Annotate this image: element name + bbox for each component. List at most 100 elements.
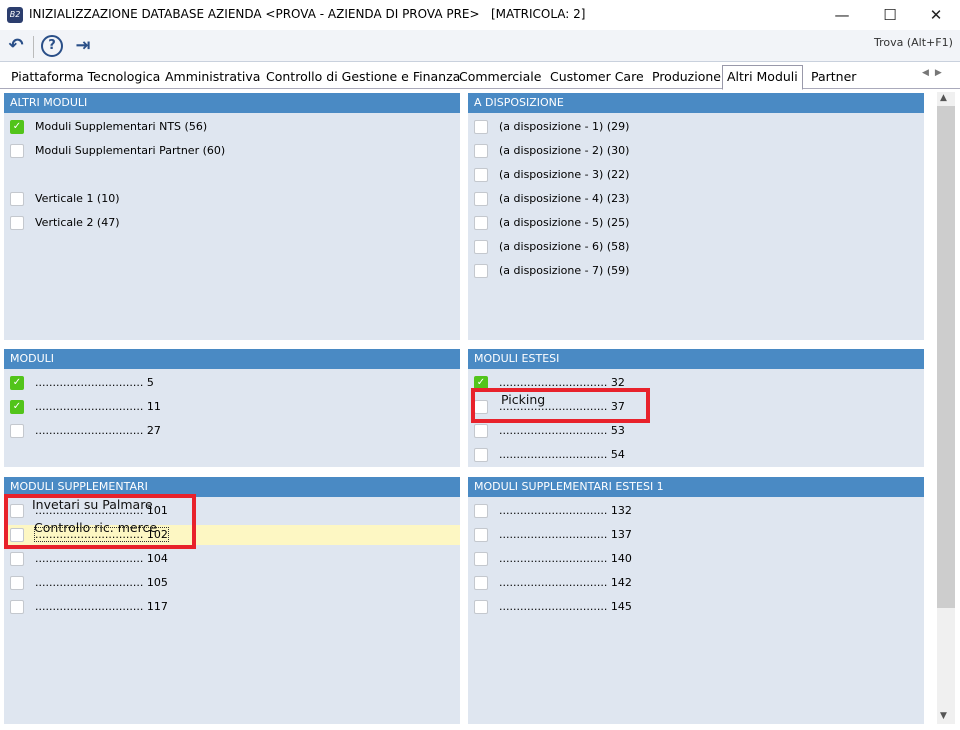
annotation-box-picking xyxy=(471,388,650,423)
tab-produzione[interactable]: Produzione xyxy=(648,68,725,89)
tab-scroll-arrows[interactable]: ◀▶ xyxy=(922,68,948,78)
module-row[interactable]: (a disposizione - 7) (59) xyxy=(468,261,924,281)
checkbox[interactable] xyxy=(474,448,488,462)
checkbox[interactable] xyxy=(474,552,488,566)
tab-commerciale[interactable]: Commerciale xyxy=(455,68,545,89)
checkbox[interactable] xyxy=(10,600,24,614)
checkbox[interactable] xyxy=(474,168,488,182)
panel-header: MODULI xyxy=(4,349,460,369)
checkbox[interactable] xyxy=(474,576,488,590)
module-label: (a disposizione - 5) (25) xyxy=(499,216,630,229)
module-label: ............................... 137 xyxy=(499,528,632,541)
module-label: (a disposizione - 1) (29) xyxy=(499,120,630,133)
module-row[interactable]: (a disposizione - 5) (25) xyxy=(468,213,924,233)
module-label: Verticale 2 (47) xyxy=(35,216,120,229)
module-row[interactable]: Verticale 1 (10) xyxy=(4,189,460,209)
maximize-button[interactable]: ☐ xyxy=(867,0,913,30)
module-row[interactable]: ............................... 53 xyxy=(468,421,924,441)
checkbox-checked[interactable]: ✓ xyxy=(10,120,24,134)
checkbox[interactable] xyxy=(10,192,24,206)
checkbox[interactable] xyxy=(474,216,488,230)
module-label: (a disposizione - 3) (22) xyxy=(499,168,630,181)
checkbox[interactable] xyxy=(474,424,488,438)
checkbox[interactable] xyxy=(10,144,24,158)
panel-a-disposizione: A DISPOSIZIONE (a disposizione - 1) (29) (… xyxy=(468,93,924,340)
checkbox[interactable] xyxy=(474,264,488,278)
module-row[interactable]: (a disposizione - 2) (30) xyxy=(468,141,924,161)
module-label: ............................... 117 xyxy=(35,600,168,613)
module-row[interactable]: ✓ Moduli Supplementari NTS (56) xyxy=(4,117,460,137)
module-label: ............................... 145 xyxy=(499,600,632,613)
module-row[interactable]: ............................... 54 xyxy=(468,445,924,465)
tab-piattaforma-tecnologica[interactable]: Piattaforma Tecnologica xyxy=(7,68,164,89)
module-row[interactable]: ............................... 105 xyxy=(4,573,460,593)
module-row[interactable]: (a disposizione - 4) (23) xyxy=(468,189,924,209)
checkbox[interactable] xyxy=(474,144,488,158)
module-row[interactable]: ............................... 27 xyxy=(4,421,460,441)
module-row[interactable]: Verticale 2 (47) xyxy=(4,213,460,233)
annotation-box-supplementari xyxy=(4,494,196,549)
toolbar-divider xyxy=(33,36,34,58)
module-label: ............................... 53 xyxy=(499,424,625,437)
close-button[interactable]: ✕ xyxy=(913,0,959,30)
undo-icon[interactable]: ↶ xyxy=(5,35,27,57)
app-logo-icon: B2 xyxy=(7,7,23,23)
checkbox[interactable] xyxy=(474,600,488,614)
module-label: ............................... 27 xyxy=(35,424,161,437)
tab-amministrativa[interactable]: Amministrativa xyxy=(161,68,264,89)
panel-header: MODULI SUPPLEMENTARI ESTESI 1 xyxy=(468,477,924,497)
checkbox-checked[interactable]: ✓ xyxy=(10,400,24,414)
module-label: ............................... 140 xyxy=(499,552,632,565)
module-label: ............................... 105 xyxy=(35,576,168,589)
find-shortcut[interactable]: Trova (Alt+F1) xyxy=(874,36,953,49)
checkbox[interactable] xyxy=(474,120,488,134)
module-row[interactable]: ............................... 142 xyxy=(468,573,924,593)
module-row[interactable]: ............................... 132 xyxy=(468,501,924,521)
module-label: Verticale 1 (10) xyxy=(35,192,120,205)
panel-header: A DISPOSIZIONE xyxy=(468,93,924,113)
module-row[interactable]: (a disposizione - 6) (58) xyxy=(468,237,924,257)
minimize-button[interactable]: — xyxy=(819,0,865,30)
panel-header: ALTRI MODULI xyxy=(4,93,460,113)
module-label: ............................... 104 xyxy=(35,552,168,565)
tab-partner[interactable]: Partner xyxy=(807,68,860,89)
module-row[interactable]: ✓ ............................... 5 xyxy=(4,373,460,393)
window-title: INIZIALIZZAZIONE DATABASE AZIENDA <PROVA… xyxy=(29,7,586,21)
checkbox[interactable] xyxy=(10,424,24,438)
checkbox[interactable] xyxy=(474,240,488,254)
module-row[interactable]: ............................... 140 xyxy=(468,549,924,569)
module-row[interactable]: ✓ ............................... 11 xyxy=(4,397,460,417)
checkbox[interactable] xyxy=(10,576,24,590)
module-row[interactable]: ............................... 117 xyxy=(4,597,460,617)
checkbox[interactable] xyxy=(474,504,488,518)
module-row[interactable]: (a disposizione - 3) (22) xyxy=(468,165,924,185)
module-label: ............................... 11 xyxy=(35,400,161,413)
help-icon[interactable]: ? xyxy=(41,35,63,57)
scroll-down-icon[interactable]: ▼ xyxy=(940,711,947,721)
tab-controllo-gestione[interactable]: Controllo di Gestione e Finanza xyxy=(262,68,464,89)
module-label: (a disposizione - 2) (30) xyxy=(499,144,630,157)
tab-bar: Piattaforma Tecnologica Amministrativa C… xyxy=(0,64,960,90)
tab-altri-moduli[interactable]: Altri Moduli xyxy=(722,65,803,90)
checkbox[interactable] xyxy=(10,552,24,566)
toolbar xyxy=(0,30,960,62)
checkbox[interactable] xyxy=(474,528,488,542)
module-label: (a disposizione - 4) (23) xyxy=(499,192,630,205)
module-label: ............................... 5 xyxy=(35,376,154,389)
module-label: ............................... 142 xyxy=(499,576,632,589)
module-row[interactable]: ............................... 137 xyxy=(468,525,924,545)
module-label: (a disposizione - 7) (59) xyxy=(499,264,630,277)
scrollbar-thumb[interactable] xyxy=(937,106,955,608)
panel-moduli: MODULI ✓ ............................... 5… xyxy=(4,349,460,467)
exit-icon[interactable]: ⇥ xyxy=(72,35,94,57)
module-row[interactable]: ............................... 145 xyxy=(468,597,924,617)
module-row[interactable]: Moduli Supplementari Partner (60) xyxy=(4,141,460,161)
scroll-up-icon[interactable]: ▲ xyxy=(940,93,947,103)
module-row[interactable]: ............................... 104 xyxy=(4,549,460,569)
checkbox-checked[interactable]: ✓ xyxy=(10,376,24,390)
tab-customer-care[interactable]: Customer Care xyxy=(546,68,648,89)
checkbox[interactable] xyxy=(474,192,488,206)
module-row[interactable]: (a disposizione - 1) (29) xyxy=(468,117,924,137)
module-label: ............................... 132 xyxy=(499,504,632,517)
checkbox[interactable] xyxy=(10,216,24,230)
